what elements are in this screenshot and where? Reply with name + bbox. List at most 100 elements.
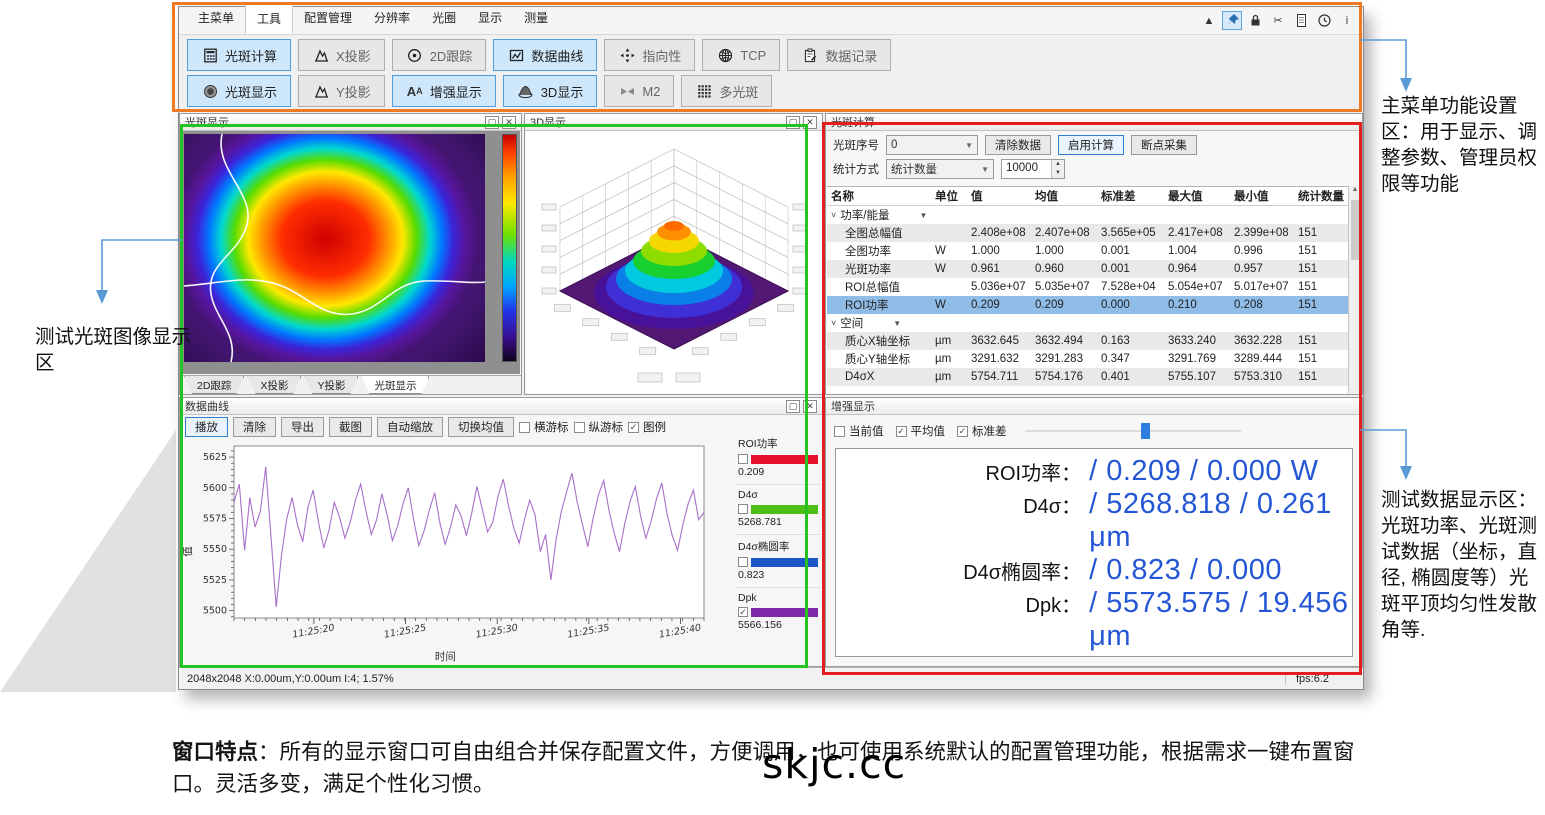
enhanced-checkbox-当前值[interactable]: 当前值: [834, 423, 884, 439]
beam-tab-Y投影[interactable]: Y投影: [304, 376, 358, 394]
ribbon-button-2D跟踪[interactable]: 2D跟踪: [392, 39, 487, 71]
filter-icon[interactable]: ▼: [893, 319, 901, 328]
table-header[interactable]: 最大值: [1164, 188, 1230, 204]
table-group-row[interactable]: ˅功率/能量▼: [827, 206, 1348, 224]
table-header[interactable]: 单位: [931, 188, 967, 204]
table-header[interactable]: 均值: [1031, 188, 1097, 204]
menu-tab-工具[interactable]: 工具: [245, 4, 293, 34]
beam-tab-X投影[interactable]: X投影: [247, 376, 301, 394]
ribbon-button-label: 数据曲线: [531, 46, 583, 65]
ribbon-button-数据曲线[interactable]: 数据曲线: [493, 39, 597, 71]
close-button[interactable]: ✕: [502, 116, 516, 129]
cut-icon[interactable]: ✂: [1268, 11, 1288, 30]
table-header[interactable]: 标准差: [1097, 188, 1164, 204]
slider-handle[interactable]: [1141, 423, 1150, 439]
curve-button-清除[interactable]: 清除: [233, 417, 276, 437]
table-cell: µm: [931, 353, 967, 365]
menu-tab-显示[interactable]: 显示: [467, 4, 513, 34]
ribbon-button-增强显示[interactable]: AA增强显示: [392, 75, 496, 107]
maximize-button[interactable]: ▢: [786, 116, 800, 129]
curve-button-截图[interactable]: 截图: [329, 417, 372, 437]
collapse-group-icon[interactable]: ˅: [831, 318, 836, 328]
checkbox-icon[interactable]: ✓: [957, 426, 968, 437]
ribbon-button-数据记录[interactable]: 数据记录: [787, 39, 891, 71]
table-cell: 0.001: [1097, 263, 1164, 275]
table-row[interactable]: 全图功率W1.0001.0000.0011.0040.996151: [827, 242, 1348, 260]
curve-button-导出[interactable]: 导出: [281, 417, 324, 437]
lock-icon[interactable]: [1245, 11, 1265, 30]
stat-mode-select[interactable]: 统计数量 ▼: [886, 159, 994, 179]
curve-button-播放[interactable]: 播放: [185, 417, 228, 437]
checkbox-icon[interactable]: [519, 422, 530, 433]
pin-icon[interactable]: [1222, 11, 1242, 30]
close-button[interactable]: ✕: [803, 400, 817, 413]
ribbon-button-光斑计算[interactable]: 光斑计算: [187, 39, 291, 71]
spinner-arrows-icon[interactable]: ▲▼: [1051, 160, 1064, 178]
calc-button-断点采集[interactable]: 断点采集: [1131, 135, 1197, 155]
calc-button-清除数据[interactable]: 清除数据: [985, 135, 1051, 155]
table-header[interactable]: 统计数量: [1294, 188, 1348, 204]
checkbox-icon[interactable]: [574, 422, 585, 433]
table-group-row[interactable]: ˅空间▼: [827, 314, 1348, 332]
ribbon-button-X投影[interactable]: X投影: [298, 39, 385, 71]
table-row[interactable]: 质心X轴坐标µm3632.6453632.4940.1633633.240363…: [827, 332, 1348, 350]
curve-checkbox-横游标[interactable]: 横游标: [519, 419, 569, 435]
table-row[interactable]: 质心Y轴坐标µm3291.6323291.2830.3473291.769328…: [827, 350, 1348, 368]
checkbox-icon[interactable]: [834, 426, 845, 437]
file-icon[interactable]: [1291, 11, 1311, 30]
beam-spot-image[interactable]: [184, 134, 485, 362]
table-row[interactable]: ROI总幅值5.036e+075.035e+077.528e+045.054e+…: [827, 278, 1348, 296]
ribbon-button-3D显示[interactable]: 3D显示: [503, 75, 598, 107]
table-row[interactable]: 光斑功率W0.9610.9600.0010.9640.957151: [827, 260, 1348, 278]
enhanced-checkbox-标准差[interactable]: ✓标准差: [957, 423, 1007, 439]
ribbon-button-光斑显示[interactable]: 光斑显示: [187, 75, 291, 107]
table-header[interactable]: 名称: [827, 188, 931, 204]
collapse-icon[interactable]: ▲: [1199, 11, 1219, 30]
stat-count-value: 10000: [1002, 160, 1051, 178]
collapse-group-icon[interactable]: ˅: [831, 210, 836, 220]
history-icon[interactable]: [1314, 11, 1334, 30]
spot-index-select[interactable]: 0 ▼: [886, 135, 978, 155]
beam-tab-2D跟踪[interactable]: 2D跟踪: [184, 376, 244, 394]
ribbon-button-多光斑[interactable]: 多光斑: [681, 75, 772, 107]
font-size-slider[interactable]: [1025, 422, 1241, 440]
menu-tab-光圈[interactable]: 光圈: [421, 4, 467, 34]
legend-checkbox[interactable]: ✓: [738, 607, 748, 617]
curve-button-自动缩放[interactable]: 自动缩放: [377, 417, 443, 437]
info-icon[interactable]: i: [1337, 11, 1357, 30]
close-button[interactable]: ✕: [803, 116, 817, 129]
table-header[interactable]: 值: [967, 188, 1031, 204]
curve-chart-area[interactable]: 值 55005525555055755600562511:25:2011:25:…: [180, 440, 734, 666]
checkbox-icon[interactable]: ✓: [896, 426, 907, 437]
ribbon-button-M2[interactable]: M2: [604, 75, 674, 107]
ribbon-button-TCP[interactable]: TCP: [702, 39, 780, 71]
ribbon-button-Y投影[interactable]: Y投影: [298, 75, 385, 107]
checkbox-icon[interactable]: ✓: [628, 422, 639, 433]
legend-checkbox[interactable]: [738, 504, 748, 514]
curve-button-切换均值[interactable]: 切换均值: [448, 417, 514, 437]
stat-count-spinner[interactable]: 10000 ▲▼: [1001, 159, 1065, 179]
ribbon-button-指向性[interactable]: 指向性: [604, 39, 695, 71]
menu-tab-配置管理[interactable]: 配置管理: [293, 4, 363, 34]
curve-checkbox-图例[interactable]: ✓图例: [628, 419, 666, 435]
enhanced-checkbox-平均值[interactable]: ✓平均值: [896, 423, 946, 439]
curve-toolbar: 播放清除导出截图自动缩放切换均值横游标纵游标✓图例: [180, 415, 822, 439]
plot3d-content[interactable]: [526, 131, 821, 393]
table-header[interactable]: 最小值: [1230, 188, 1294, 204]
annotation-image-area: 测试光斑图像显示区: [35, 324, 193, 376]
legend-checkbox[interactable]: [738, 557, 748, 567]
curve-checkbox-纵游标[interactable]: 纵游标: [574, 419, 624, 435]
table-row[interactable]: ROI功率W0.2090.2090.0000.2100.208151: [827, 296, 1348, 314]
beam-tab-光斑显示[interactable]: 光斑显示: [361, 376, 429, 394]
legend-checkbox[interactable]: [738, 454, 748, 464]
maximize-button[interactable]: ▢: [786, 400, 800, 413]
table-row[interactable]: 全图总幅值2.408e+082.407e+083.565e+052.417e+0…: [827, 224, 1348, 242]
filter-icon[interactable]: ▼: [919, 211, 927, 220]
menu-tab-主菜单[interactable]: 主菜单: [187, 4, 245, 34]
maximize-button[interactable]: ▢: [485, 116, 499, 129]
menu-tab-分辨率[interactable]: 分辨率: [363, 4, 421, 34]
menu-tab-测量[interactable]: 测量: [513, 4, 559, 34]
calc-button-启用计算[interactable]: 启用计算: [1058, 135, 1124, 155]
table-row[interactable]: D4σXµm5754.7115754.1760.4015755.1075753.…: [827, 368, 1348, 386]
table-scrollbar[interactable]: ▲: [1348, 186, 1361, 393]
